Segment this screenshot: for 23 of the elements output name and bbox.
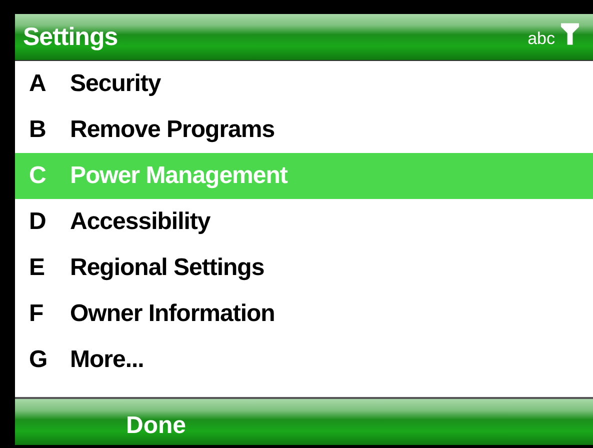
menu-item[interactable]: A Security xyxy=(15,61,593,107)
menu-item[interactable]: F Owner Information xyxy=(15,291,593,337)
menu-item[interactable]: D Accessibility xyxy=(15,199,593,245)
input-mode-indicator: abc xyxy=(528,29,555,49)
shortcut-key: G xyxy=(15,346,70,374)
window-title: Settings xyxy=(23,22,119,52)
shortcut-key: F xyxy=(15,300,70,328)
menu-item[interactable]: E Regional Settings xyxy=(15,245,593,291)
menu-label: Security xyxy=(70,70,161,98)
menu-item[interactable]: B Remove Programs xyxy=(15,107,593,153)
menu-label: Regional Settings xyxy=(70,254,264,282)
shortcut-key: B xyxy=(15,116,70,144)
menu-item[interactable]: G More... xyxy=(15,337,593,383)
menu-label: Owner Information xyxy=(70,300,275,328)
menu-label: More... xyxy=(70,346,144,374)
shortcut-key: C xyxy=(15,162,70,190)
shortcut-key: D xyxy=(15,208,70,236)
shortcut-key: E xyxy=(15,254,70,282)
menu-label: Accessibility xyxy=(70,208,210,236)
done-soft-key[interactable]: Done xyxy=(126,412,186,440)
shortcut-key: A xyxy=(15,70,70,98)
menu-label: Remove Programs xyxy=(70,116,275,144)
menu-label: Power Management xyxy=(70,162,288,190)
